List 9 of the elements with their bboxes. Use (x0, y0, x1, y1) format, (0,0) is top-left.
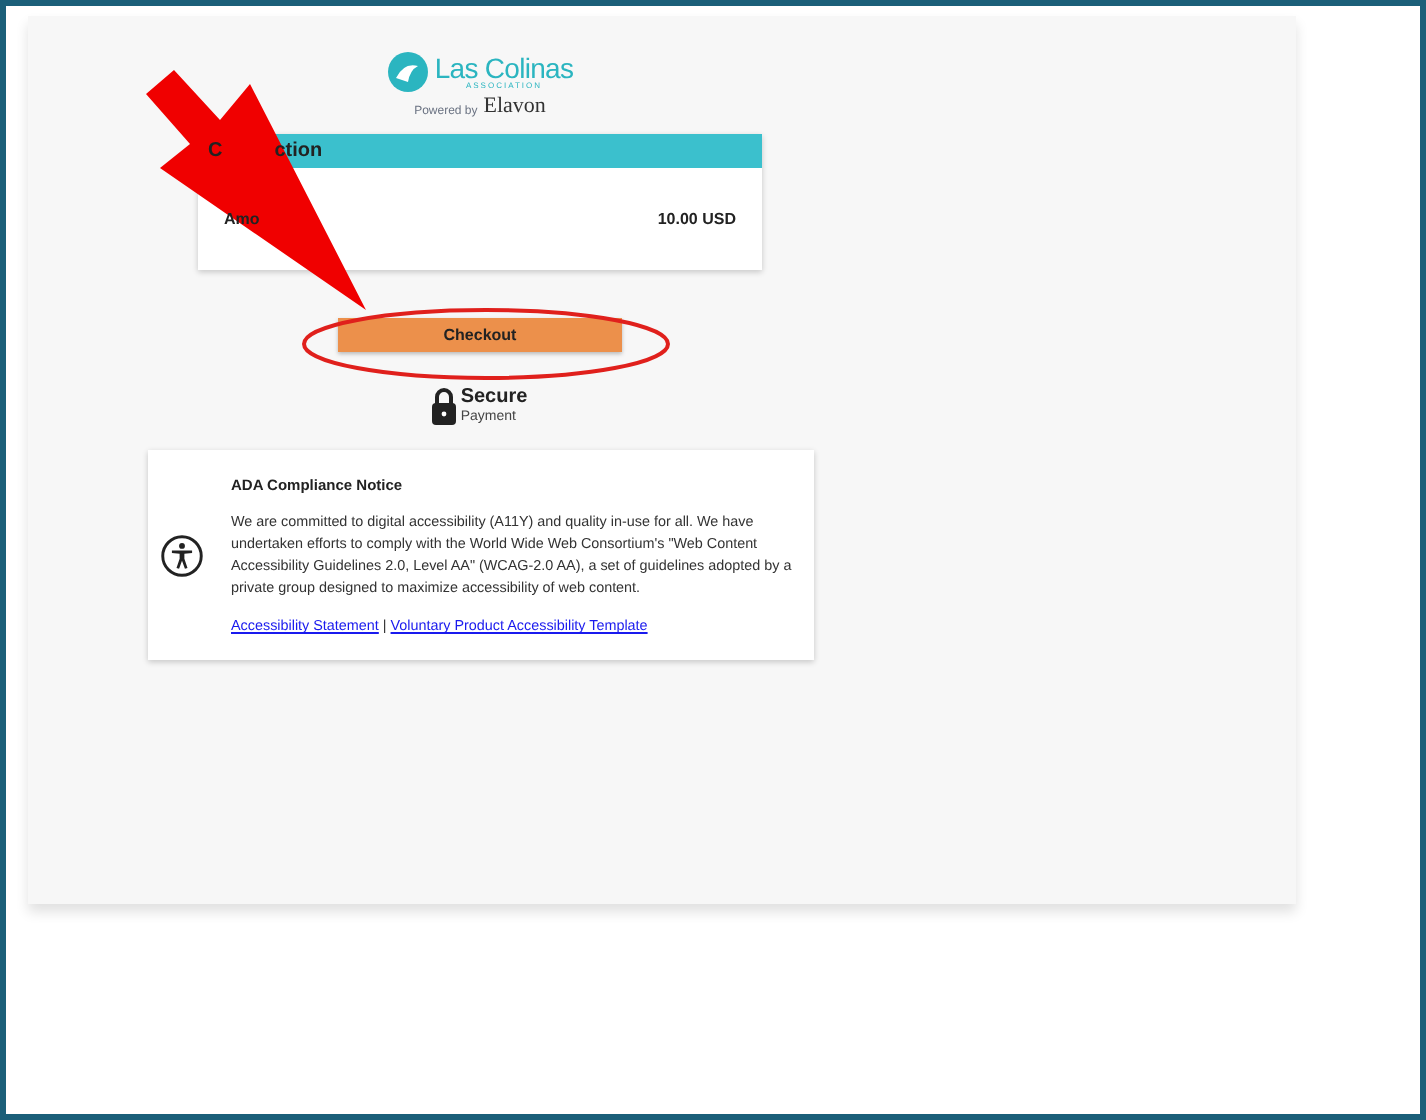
accessibility-icon (159, 534, 203, 579)
lock-icon (432, 386, 457, 426)
logo-icon (386, 50, 431, 94)
amount-value: 10.00 USD (657, 208, 736, 232)
checkout-button[interactable]: Checkout (338, 318, 622, 352)
logo-name: Las Colinas (434, 54, 574, 82)
card-title: C (208, 138, 223, 166)
secure-title: Secure (460, 388, 528, 408)
partner-logo-text: Elavon (483, 96, 546, 118)
